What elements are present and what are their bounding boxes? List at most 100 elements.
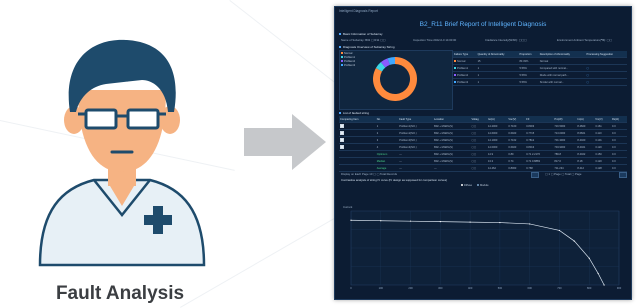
faulted-row: Average — — ▢▢ 14.462 0.8063 0.768 711.234 8.412… xyxy=(339,164,627,172)
legend-swatch xyxy=(454,73,456,76)
overview-cell[interactable]: ▢ xyxy=(585,64,627,72)
overview-row: Normal 15 83.33% Normal xyxy=(453,57,627,65)
faulted-cell: B02 + MARG(S) xyxy=(433,143,471,151)
faulted-cell: 0.0 xyxy=(611,157,627,165)
faulted-cell: 8.18 xyxy=(576,157,595,165)
faulted-row: 1 Problem1(NO.) B02 + MARG(S) ▢▢ 14.2000 0.71… xyxy=(339,122,627,130)
overview-cell: Similar with normal... xyxy=(538,78,586,86)
faulted-cell[interactable] xyxy=(339,143,376,151)
window-title: Intelligent Diagnosis Report xyxy=(339,9,378,13)
overview-row: Problem1 1 5.56% Compared with normal... ▢ xyxy=(453,64,627,72)
faulted-cell: B02 + MARG(S) xyxy=(433,136,471,144)
pager-text[interactable]: ▢ 1 ▢ Page ▢ Total ▢ Page xyxy=(545,172,582,176)
faulted-cell: Problem4(NO.) xyxy=(398,143,434,151)
faulted-cell: 0.0 xyxy=(611,122,627,130)
faulted-cell: 0.0 xyxy=(611,136,627,144)
x-tick-label: 800 xyxy=(587,286,592,290)
faulted-cell: 1 xyxy=(375,122,399,130)
data-point xyxy=(499,221,501,224)
faulted-row: 3 Problem3(NO.) B02 + MARG(S) ▢▢ 14.1000 0.71… xyxy=(339,136,627,144)
fault-analysis-caption: Fault Analysis xyxy=(55,283,185,304)
x-tick-label: 900 xyxy=(617,286,622,290)
next-page-button[interactable] xyxy=(619,172,627,178)
faulted-cell: 14.0000 xyxy=(486,143,508,151)
faulted-cell: Average xyxy=(375,164,399,172)
faulted-cell: 0.71 2.2176 xyxy=(525,150,554,158)
faulted-cell: 713.0000 xyxy=(553,129,577,137)
legend-swatch xyxy=(454,66,456,69)
x-tick-label: 700 xyxy=(557,286,562,290)
faulted-cell: ▢▢ xyxy=(470,157,487,165)
row-checkbox[interactable] xyxy=(340,145,344,149)
faulted-cell: 0.8063 xyxy=(507,164,526,172)
faulted-cell: 0.7715 xyxy=(525,129,554,137)
faulted-cell: B02 + MARG(S) xyxy=(433,129,471,137)
faulted-cell: ▢▢ xyxy=(470,164,487,172)
data-point xyxy=(597,272,599,275)
faulted-cell[interactable] xyxy=(339,136,376,144)
x-tick-label: 200 xyxy=(408,286,413,290)
overview-table: Failure Type Quantity of Abnormality Propo… xyxy=(453,51,627,86)
faulted-cell: 14.462 xyxy=(486,164,508,172)
overview-row: Problem3 1 5.56% Similar with normal... ▢ xyxy=(453,78,627,86)
faulted-cell: 3.128 xyxy=(594,164,612,172)
overview-cell[interactable]: ▢ xyxy=(585,78,627,86)
faulted-cell: 3.101 xyxy=(594,136,612,144)
faulted-cell: 0.768 xyxy=(525,164,554,172)
faulted-cell: Median xyxy=(375,157,399,165)
faulted-cell: 716.5000 xyxy=(553,122,577,130)
x-tick-label: 600 xyxy=(528,286,533,290)
overview-cell[interactable]: ▢ xyxy=(585,71,627,79)
doctor-illustration xyxy=(38,39,206,267)
faulted-cell: 0.71 0.8883 xyxy=(525,157,554,165)
row-checkbox[interactable] xyxy=(340,131,344,135)
faulted-cell: 3.161 xyxy=(594,122,612,130)
basic-info-time: Inspection Time:2022-0-0 14:00:00 xyxy=(413,38,457,42)
basic-info-irradiance: Irradiance Intensity(W/M²): ▢▢▢ xyxy=(485,38,527,42)
overview-row: Problem2 1 5.56% Diode with normal path... ▢ xyxy=(453,71,627,79)
faulted-cell: 2 xyxy=(375,129,399,137)
faulted-cell: 3.150 xyxy=(594,150,612,158)
faulted-cell: 3.120 xyxy=(594,143,612,151)
faulted-row: 2 Problem2(NO.) B02 + MARG(S) ▢▢ 14.6000 0.69… xyxy=(339,129,627,137)
overview-cell: Problem2 xyxy=(453,71,477,79)
data-point xyxy=(588,257,590,259)
legend-swatch xyxy=(454,59,456,62)
overview-cell: Compared with normal... xyxy=(538,64,586,72)
curve-caption: Contrastive analysis of string IV curve … xyxy=(341,178,448,182)
faulted-cell: 3.120 xyxy=(594,157,612,165)
faulted-cell: 0.8003 xyxy=(525,122,554,130)
overview-cell: Problem1 xyxy=(453,64,477,72)
basic-info-header: Basic Information of Subarray xyxy=(339,32,383,36)
faulted-cell: 0.89 xyxy=(507,150,526,158)
x-tick-label: 500 xyxy=(498,286,503,290)
basic-info-name: Name of Subarray: B02 ▢ R11 ▢▢ xyxy=(341,38,386,42)
faulted-cell: 8.412 xyxy=(576,164,595,172)
faulted-cell: 0.0 xyxy=(611,129,627,137)
faulted-cell: 0.8013 xyxy=(525,143,554,151)
faulted-cell: — xyxy=(398,164,434,172)
faulted-cell xyxy=(339,157,376,165)
faulted-cell[interactable] xyxy=(339,122,376,130)
overview-cell[interactable] xyxy=(585,57,627,65)
y-axis-label: Current xyxy=(343,205,353,209)
faulted-cell: 8.4022 xyxy=(576,150,595,158)
overview-cell: 15 xyxy=(476,57,519,65)
row-checkbox[interactable] xyxy=(340,138,344,142)
faulted-cell: 0.74 xyxy=(507,157,526,165)
overview-cell: Normal xyxy=(453,57,477,65)
faulted-cell: 0.0 xyxy=(611,164,627,172)
faulted-cell: 14.6000 xyxy=(486,129,508,137)
faulted-cell[interactable] xyxy=(339,129,376,137)
row-checkbox[interactable] xyxy=(340,124,344,128)
basic-info-temperature: Environment Ambient Temperature(℃): ▢▢ xyxy=(557,38,612,42)
faulted-cell xyxy=(339,164,376,172)
diagnosis-overview-header: Diagnosis Overview of Subarray String xyxy=(339,45,395,49)
faulted-cell: 0.0 xyxy=(611,143,627,151)
prev-page-button[interactable] xyxy=(531,172,539,178)
pagination-text: Display on Each Page 10 ▢ ▢ Total Record… xyxy=(341,172,398,176)
faulted-cell: 8.4020 xyxy=(576,136,595,144)
faulted-cell: 701.3000 xyxy=(553,136,577,144)
x-tick-label: 100 xyxy=(379,286,384,290)
overview-cell: 83.33% xyxy=(518,57,539,65)
